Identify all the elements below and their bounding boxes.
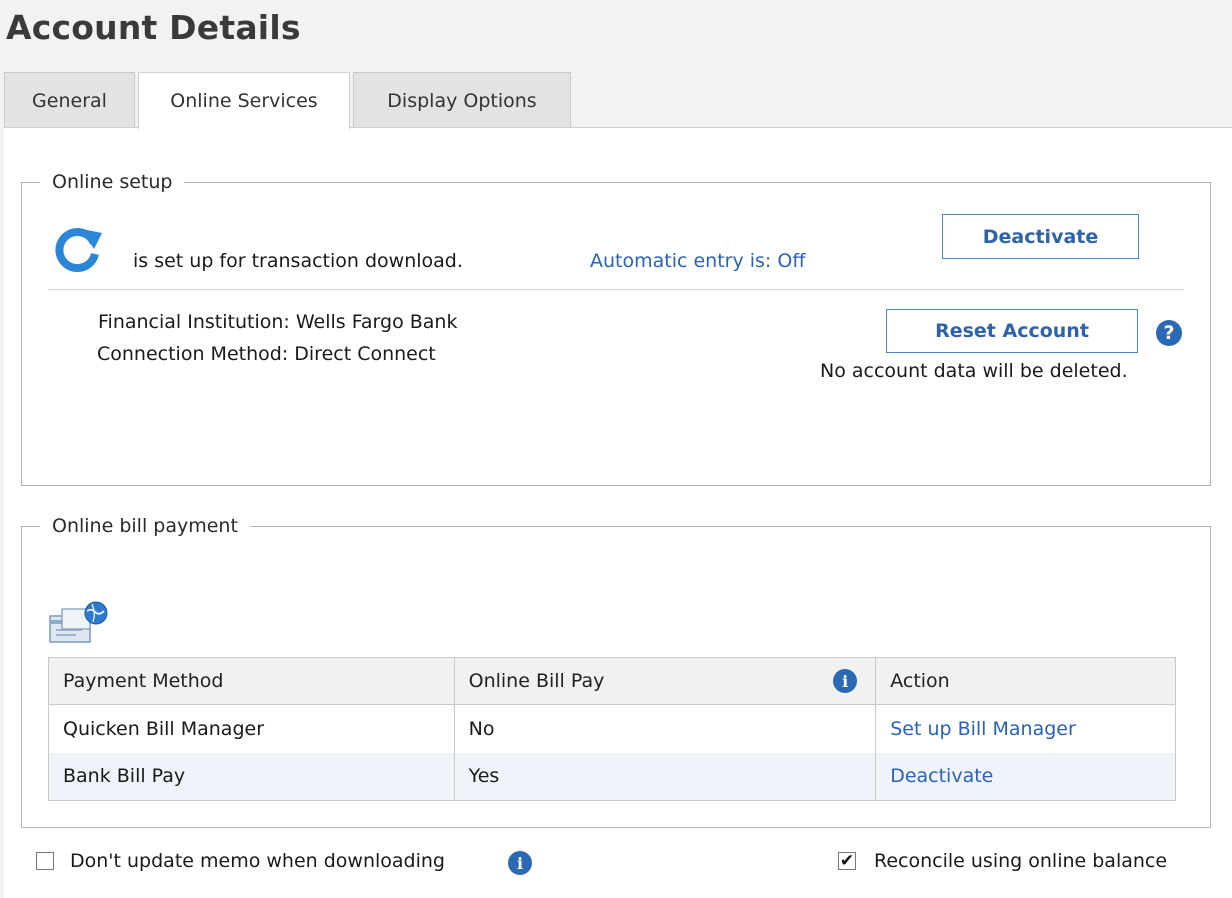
tab-online-services[interactable]: Online Services <box>138 72 350 129</box>
connection-row: Connection Method: Direct Connect <box>97 343 436 365</box>
cell-method: Quicken Bill Manager <box>48 704 455 753</box>
memo-info-icon[interactable]: i <box>508 851 532 875</box>
page-title: Account Details <box>6 8 301 47</box>
cell-online-bill-pay: No <box>453 704 877 753</box>
refresh-icon <box>55 228 102 273</box>
bill-payment-legend: Online bill payment <box>52 515 238 537</box>
reconcile-checkbox[interactable]: ✔ <box>838 852 856 870</box>
help-icon[interactable]: ? <box>1156 320 1182 346</box>
reconcile-label[interactable]: Reconcile using online balance <box>874 850 1167 872</box>
setup-status-text: is set up for transaction download. <box>133 250 463 272</box>
tab-bar: General Online Services Display Options <box>4 72 1232 129</box>
col-action: Action <box>875 657 1176 705</box>
connection-value: Direct Connect <box>294 343 436 365</box>
online-services-panel: Online setup is set up for transaction d… <box>4 127 1232 898</box>
tab-general[interactable]: General <box>4 72 135 128</box>
automatic-entry-link[interactable]: Automatic entry is: Off <box>590 250 805 272</box>
tab-display-options[interactable]: Display Options <box>353 72 571 128</box>
institution-value: Wells Fargo Bank <box>295 311 458 333</box>
col-payment-method: Payment Method <box>48 657 455 705</box>
setup-divider <box>48 289 1184 290</box>
table-row: Quicken Bill Manager No Set up Bill Mana… <box>48 704 1176 753</box>
reset-note: No account data will be deleted. <box>820 360 1128 382</box>
cell-online-bill-pay: Yes <box>453 752 877 801</box>
institution-label: Financial Institution: <box>98 311 290 333</box>
table-row: Bank Bill Pay Yes Deactivate <box>48 752 1176 801</box>
deactivate-bill-pay-link[interactable]: Deactivate <box>875 752 1176 801</box>
memo-checkbox[interactable] <box>36 852 54 870</box>
memo-label[interactable]: Don't update memo when downloading <box>70 850 445 872</box>
online-setup-legend: Online setup <box>52 171 173 193</box>
set-up-bill-manager-link[interactable]: Set up Bill Manager <box>875 704 1176 753</box>
col-online-bill-pay: Online Bill Pay i <box>453 657 877 705</box>
payment-method-table: Payment Method Online Bill Pay i Action … <box>48 657 1176 801</box>
bill-payment-icon <box>49 601 108 643</box>
reset-account-button[interactable]: Reset Account <box>886 309 1138 353</box>
connection-label: Connection Method: <box>97 343 289 365</box>
deactivate-button[interactable]: Deactivate <box>942 214 1139 259</box>
info-icon[interactable]: i <box>833 669 858 693</box>
col-online-bill-pay-label: Online Bill Pay <box>468 670 605 692</box>
institution-row: Financial Institution: Wells Fargo Bank <box>98 311 457 333</box>
cell-method: Bank Bill Pay <box>48 752 455 801</box>
